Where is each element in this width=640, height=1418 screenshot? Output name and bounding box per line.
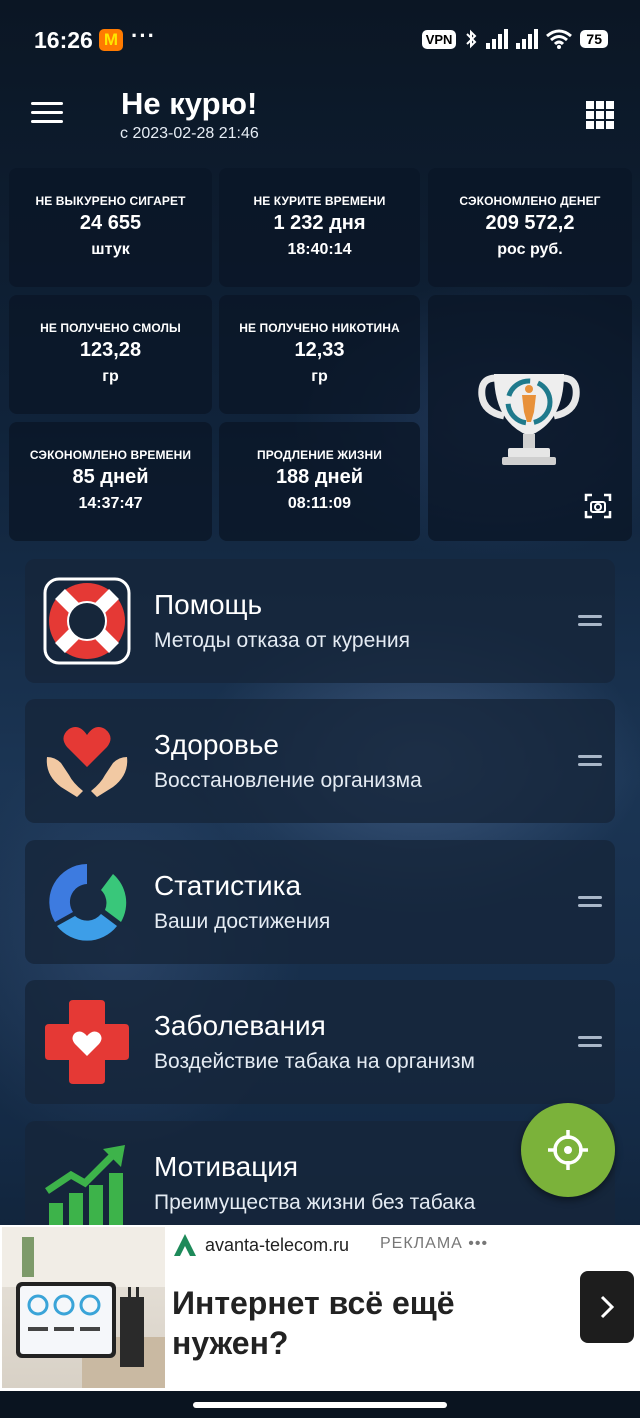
ad-domain[interactable]: avanta-telecom.ru xyxy=(205,1235,349,1256)
heart-hands-icon xyxy=(46,727,128,797)
stat-label: НЕ ПОЛУЧЕНО СМОЛЫ xyxy=(40,321,181,335)
app-notification-icon: M xyxy=(99,29,123,51)
status-time: 16:26 xyxy=(34,27,93,53)
stat-unit: гр xyxy=(102,368,119,385)
trophy-tile[interactable] xyxy=(428,295,632,541)
hamburger-menu-icon[interactable] xyxy=(31,102,63,124)
stat-label: НЕ ВЫКУРЕНО СИГАРЕТ xyxy=(35,194,186,208)
signal-icon xyxy=(486,29,509,49)
menu-card-subtitle: Воздействие табака на организм xyxy=(154,1050,475,1073)
menu-card-title: Мотивация xyxy=(154,1151,299,1182)
crosshair-icon xyxy=(548,1130,588,1170)
stat-value: 12,33 xyxy=(294,339,345,361)
page-title: Не курю! xyxy=(121,86,258,121)
ad-open-button[interactable] xyxy=(580,1271,634,1343)
screenshot-camera-icon[interactable] xyxy=(584,493,612,519)
menu-card-help[interactable]: Помощь Методы отказа от курения xyxy=(25,559,615,683)
stat-unit: 08:11:09 xyxy=(287,495,352,512)
stat-unit: 18:40:14 xyxy=(287,241,352,258)
stat-tile-money[interactable]: СЭКОНОМЛЕНО ДЕНЕГ 209 572,2 рос руб. xyxy=(428,168,632,287)
bluetooth-icon xyxy=(466,29,477,49)
target-fab-button[interactable] xyxy=(521,1103,615,1197)
apps-grid-icon[interactable] xyxy=(586,101,614,129)
menu-card-subtitle: Преимущества жизни без табака xyxy=(154,1191,476,1214)
stat-tile-time[interactable]: НЕ КУРИТЕ ВРЕМЕНИ 1 232 дня 18:40:14 xyxy=(219,168,420,287)
stat-label: НЕ КУРИТЕ ВРЕМЕНИ xyxy=(253,194,386,208)
stat-tile-cigarettes[interactable]: НЕ ВЫКУРЕНО СИГАРЕТ 24 655 штук xyxy=(9,168,212,287)
avanta-logo-icon xyxy=(172,1232,198,1258)
menu-card-subtitle: Ваши достижения xyxy=(154,910,331,933)
ad-label[interactable]: РЕКЛАМА ••• xyxy=(380,1235,488,1253)
ring-chart-icon xyxy=(49,864,127,941)
stat-value: 24 655 xyxy=(79,212,142,234)
wifi-icon xyxy=(546,29,573,49)
growth-chart-icon xyxy=(45,1145,125,1227)
stat-value: 209 572,2 xyxy=(485,212,575,234)
menu-card-diseases[interactable]: Заболевания Воздействие табака на органи… xyxy=(25,980,615,1104)
stat-tile-saved-time[interactable]: СЭКОНОМЛЕНО ВРЕМЕНИ 85 дней 14:37:47 xyxy=(9,422,212,541)
menu-card-subtitle: Методы отказа от курения xyxy=(154,629,410,652)
trophy-icon xyxy=(478,374,580,465)
menu-card-title: Статистика xyxy=(154,870,302,901)
ad-image[interactable] xyxy=(2,1227,165,1388)
lifebuoy-icon xyxy=(43,577,131,665)
status-bar: 16:26 M ··· VPN 75 xyxy=(0,0,640,80)
stat-tile-tar[interactable]: НЕ ПОЛУЧЕНО СМОЛЫ 123,28 гр xyxy=(9,295,212,414)
stat-unit: 14:37:47 xyxy=(78,495,143,512)
stat-unit: рос руб. xyxy=(497,241,563,258)
chevron-right-icon xyxy=(600,1295,615,1319)
battery-icon: 75 xyxy=(580,30,608,48)
ad-tablet-picture xyxy=(2,1227,165,1388)
menu-card-subtitle: Восстановление организма xyxy=(154,769,422,792)
drag-handle-icon[interactable] xyxy=(578,753,602,769)
drag-handle-icon[interactable] xyxy=(578,894,602,910)
stat-value: 188 дней xyxy=(275,466,364,488)
menu-card-title: Здоровье xyxy=(154,729,280,760)
medical-cross-icon xyxy=(45,1000,129,1084)
app-header: Не курю! с 2023-02-28 21:46 xyxy=(0,80,640,160)
drag-handle-icon[interactable] xyxy=(578,1034,602,1050)
stat-value: 123,28 xyxy=(79,339,142,361)
quit-date: с 2023-02-28 21:46 xyxy=(120,125,259,142)
ad-headline[interactable]: Интернет всё ещё нужен? xyxy=(172,1283,532,1363)
menu-card-title: Помощь xyxy=(154,589,263,620)
vpn-badge: VPN xyxy=(421,29,457,49)
stat-value: 1 232 дня xyxy=(273,212,366,234)
menu-card-title: Заболевания xyxy=(154,1010,326,1041)
stat-tile-life-extension[interactable]: ПРОДЛЕНИЕ ЖИЗНИ 188 дней 08:11:09 xyxy=(219,422,420,541)
menu-card-statistics[interactable]: Статистика Ваши достижения xyxy=(25,840,615,964)
stat-label: ПРОДЛЕНИЕ ЖИЗНИ xyxy=(256,448,383,462)
stat-label: СЭКОНОМЛЕНО ДЕНЕГ xyxy=(459,194,601,208)
signal-icon-2 xyxy=(516,29,539,49)
menu-card-health[interactable]: Здоровье Восстановление организма xyxy=(25,699,615,823)
more-notifications-icon: ··· xyxy=(131,23,156,48)
stat-label: СЭКОНОМЛЕНО ВРЕМЕНИ xyxy=(29,448,192,462)
ad-banner[interactable]: avanta-telecom.ru РЕКЛАМА ••• Интернет в… xyxy=(0,1225,640,1391)
stat-label: НЕ ПОЛУЧЕНО НИКОТИНА xyxy=(239,321,400,335)
home-gesture-bar[interactable] xyxy=(193,1402,447,1408)
stat-tile-nicotine[interactable]: НЕ ПОЛУЧЕНО НИКОТИНА 12,33 гр xyxy=(219,295,420,414)
drag-handle-icon[interactable] xyxy=(578,613,602,629)
stat-value: 85 дней xyxy=(72,466,149,488)
stat-unit: гр xyxy=(311,368,328,385)
stat-unit: штук xyxy=(91,241,130,258)
